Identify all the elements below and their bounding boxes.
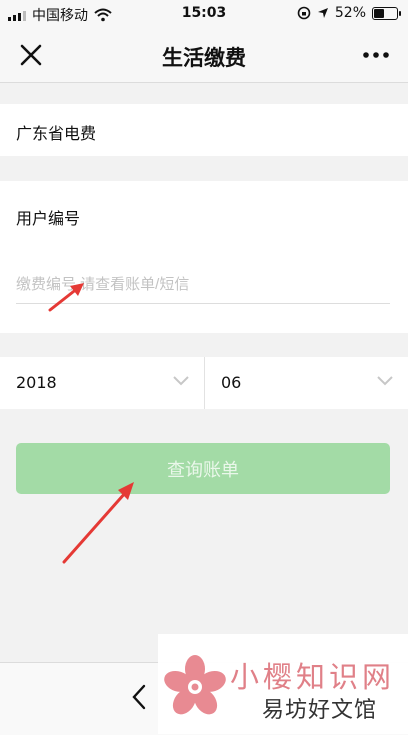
query-bill-button[interactable]: 查询账单 (16, 443, 390, 494)
watermark-subtitle: 易坊好文馆 (262, 698, 378, 723)
back-icon[interactable] (128, 683, 152, 711)
more-icon[interactable] (360, 42, 392, 68)
year-value: 2018 (16, 373, 57, 392)
province-fee-card[interactable]: 广东省电费 (0, 104, 408, 156)
month-value: 06 (221, 373, 242, 392)
chevron-down-icon (377, 376, 393, 386)
chevron-down-icon (173, 376, 189, 386)
user-number-card: 用户编号 (0, 181, 408, 333)
sakura-logo-icon (164, 655, 226, 715)
nav-bar: 生活缴费 (0, 28, 408, 83)
watermark-title: 小樱知识网 (230, 660, 396, 694)
month-select[interactable]: 06 (205, 357, 408, 409)
page-title: 生活缴费 (162, 46, 246, 70)
date-selector: 2018 06 (0, 357, 408, 409)
rotation-lock-icon (297, 6, 311, 20)
province-fee-label: 广东省电费 (16, 124, 97, 143)
status-bar: 中国移动 15:03 52% (0, 0, 408, 28)
user-number-label: 用户编号 (16, 209, 81, 228)
battery-icon (372, 6, 401, 20)
year-select[interactable]: 2018 (0, 357, 205, 409)
battery-percent: 52% (334, 5, 366, 21)
watermark: 小樱知识网 易坊好文馆 (158, 634, 408, 734)
account-number-input[interactable] (16, 265, 390, 304)
location-icon (317, 8, 328, 18)
